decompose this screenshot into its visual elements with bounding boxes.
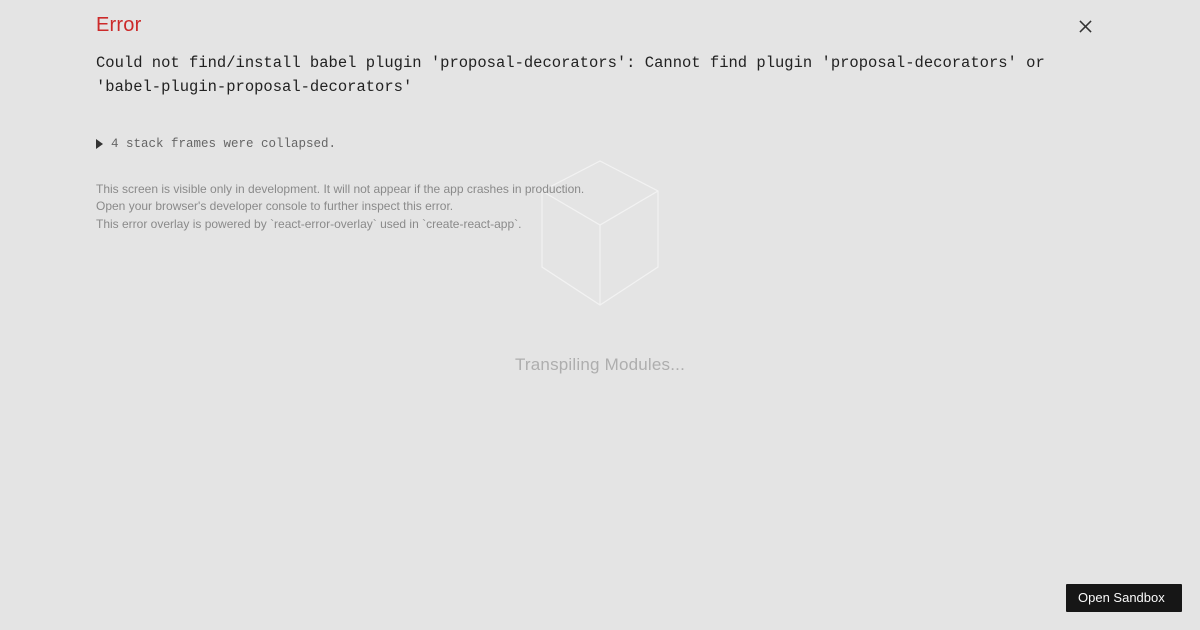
error-message: Could not find/install babel plugin 'pro… — [96, 51, 1104, 99]
error-footer: This screen is visible only in developme… — [96, 181, 1104, 233]
expand-triangle-icon — [96, 139, 103, 149]
error-overlay: Error Could not find/install babel plugi… — [0, 0, 1200, 630]
error-title: Error — [96, 14, 1104, 37]
close-button[interactable] — [1075, 16, 1096, 37]
open-sandbox-button[interactable]: Open Sandbox — [1066, 584, 1182, 612]
collapsed-frames-label: 4 stack frames were collapsed. — [111, 137, 336, 151]
stack-frames-toggle[interactable]: 4 stack frames were collapsed. — [96, 137, 1104, 151]
close-icon — [1079, 20, 1092, 33]
footer-line: Open your browser's developer console to… — [96, 198, 1104, 215]
footer-line: This screen is visible only in developme… — [96, 181, 1104, 198]
footer-line: This error overlay is powered by `react-… — [96, 216, 1104, 233]
